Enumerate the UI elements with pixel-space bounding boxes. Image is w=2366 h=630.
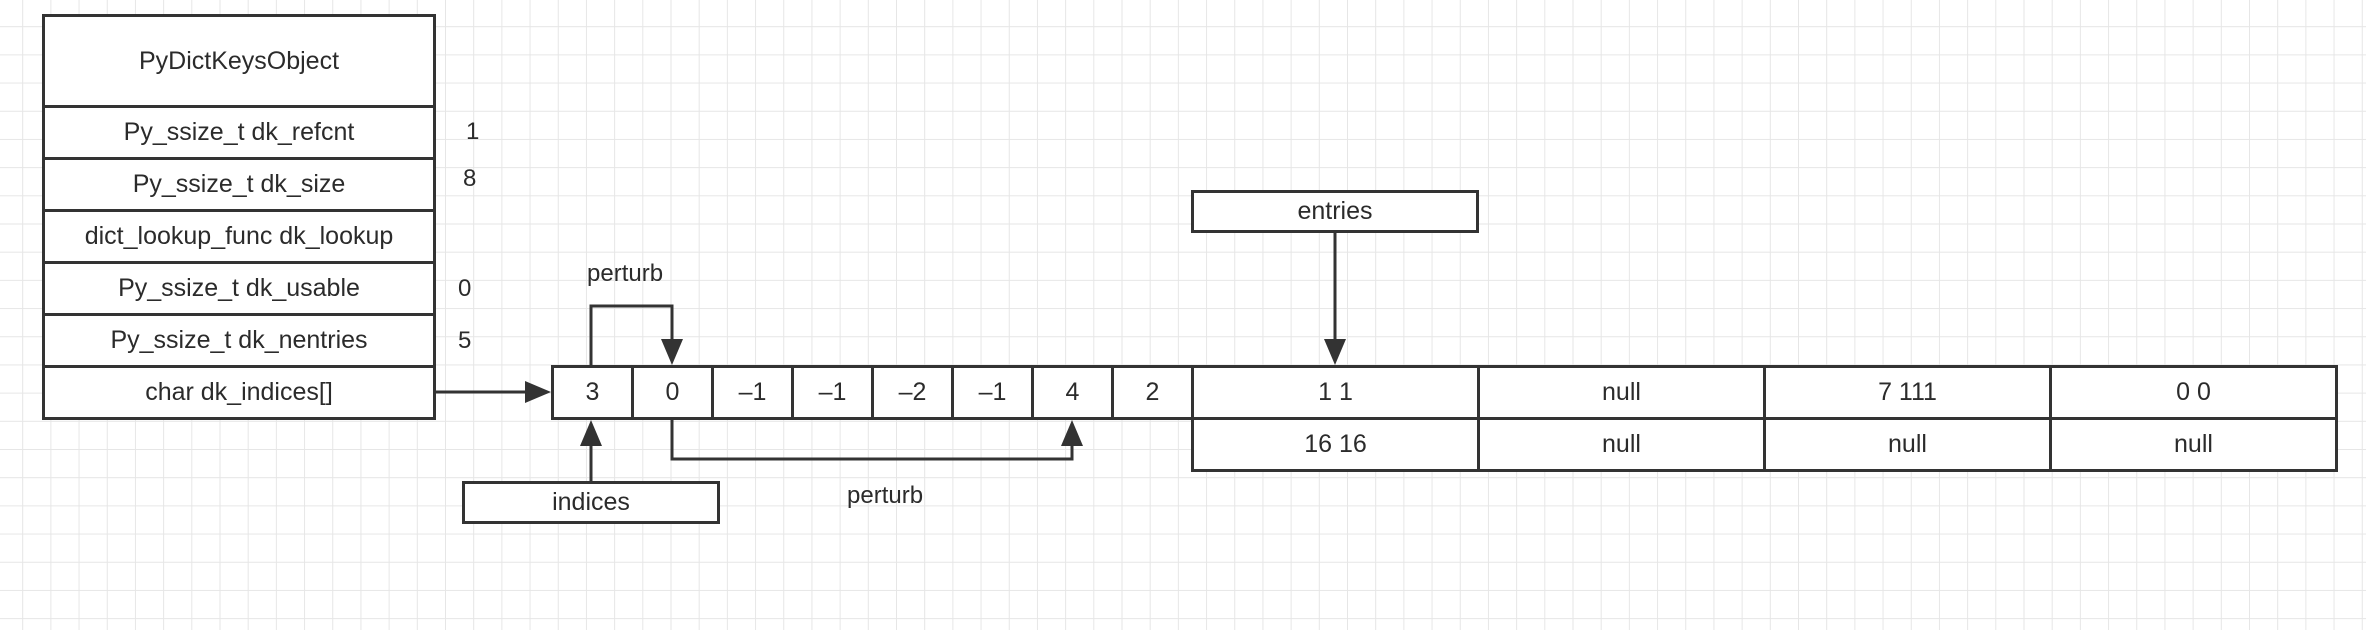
- arrowhead: [580, 420, 602, 446]
- arrowhead: [661, 339, 683, 365]
- connector-arrows: [436, 233, 1346, 481]
- arrowhead: [1324, 339, 1346, 365]
- perturb-arrow-top: [589, 304, 674, 365]
- arrowhead: [1061, 420, 1083, 446]
- perturb-arrow-bottom: [670, 420, 1074, 461]
- arrowhead: [525, 381, 551, 403]
